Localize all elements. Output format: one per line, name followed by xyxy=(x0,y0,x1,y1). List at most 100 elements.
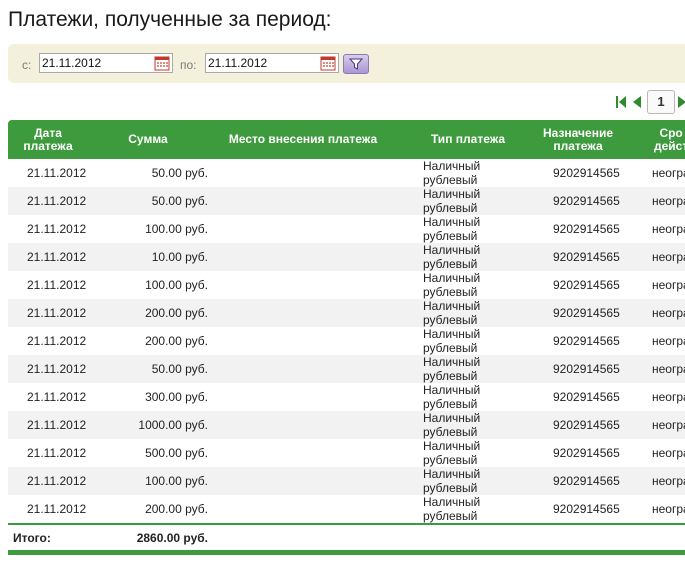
cell-type-line: Наличный xyxy=(423,467,481,481)
cell-sum: 50.00 руб. xyxy=(151,194,208,208)
cell-sum: 100.00 руб. xyxy=(145,278,208,292)
table-row[interactable]: 21.11.2012 100.00 руб. Наличный рублевый 920… xyxy=(8,467,685,495)
cell-type-line: рублевый xyxy=(423,425,478,439)
to-date-input[interactable] xyxy=(206,54,320,72)
from-date-label: с: xyxy=(22,58,32,72)
cell-type-line: Наличный xyxy=(423,299,481,313)
next-page-icon[interactable] xyxy=(678,96,685,108)
cell-place xyxy=(218,411,408,439)
column-header-sum[interactable]: Сумма xyxy=(108,120,188,159)
apply-filter-button[interactable] xyxy=(343,54,369,74)
cell-type-line: рублевый xyxy=(423,369,478,383)
cell-type-line: Наличный xyxy=(423,243,481,257)
cell-purpose: 9202914565 xyxy=(553,250,620,264)
table-row[interactable]: 21.11.2012 200.00 руб. Наличный рублевый 920… xyxy=(8,327,685,355)
table-row[interactable]: 21.11.2012 100.00 руб. Наличный рублевый 920… xyxy=(8,215,685,243)
cell-term: неогра xyxy=(652,194,685,208)
cell-type-line: рублевый xyxy=(423,509,478,523)
cell-purpose: 9202914565 xyxy=(553,446,620,460)
from-date-input[interactable] xyxy=(40,54,154,72)
first-page-icon[interactable] xyxy=(616,96,626,108)
table-row[interactable]: 21.11.2012 300.00 руб. Наличный рублевый 920… xyxy=(8,383,685,411)
table-row[interactable]: 21.11.2012 50.00 руб. Наличный рублевый 9202… xyxy=(8,187,685,215)
to-date-label: по: xyxy=(180,58,197,72)
cell-place xyxy=(218,299,408,327)
column-header-term[interactable]: Сро дейст xyxy=(654,120,685,159)
cell-type-line: Наличный xyxy=(423,383,481,397)
cell-sum: 50.00 руб. xyxy=(151,362,208,376)
table-row[interactable]: 21.11.2012 100.00 руб. Наличный рублевый 920… xyxy=(8,271,685,299)
cell-sum: 100.00 руб. xyxy=(145,222,208,236)
cell-term: неогра xyxy=(652,250,685,264)
cell-type-line: Наличный xyxy=(423,187,481,201)
table-total-row: Итого: 2860.00 руб. xyxy=(8,523,685,555)
cell-place xyxy=(218,327,408,355)
cell-type: Наличный рублевый xyxy=(423,243,480,271)
cell-place xyxy=(218,187,408,215)
page-number-current[interactable]: 1 xyxy=(647,90,675,114)
cell-type-line: рублевый xyxy=(423,481,478,495)
cell-term: неогра xyxy=(652,278,685,292)
cell-purpose: 9202914565 xyxy=(553,278,620,292)
cell-sum: 10.00 руб. xyxy=(151,250,208,264)
cell-type-line: рублевый xyxy=(423,285,478,299)
total-label: Итого: xyxy=(13,531,51,545)
cell-term: неогра xyxy=(652,502,685,516)
cell-purpose: 9202914565 xyxy=(553,474,620,488)
cell-type-line: Наличный xyxy=(423,495,481,509)
cell-purpose: 9202914565 xyxy=(553,306,620,320)
table-row[interactable]: 21.11.2012 50.00 руб. Наличный рублевый 9202… xyxy=(8,355,685,383)
table-row[interactable]: 21.11.2012 50.00 руб. Наличный рублевый 9202… xyxy=(8,159,685,187)
from-date-field xyxy=(39,53,173,73)
calendar-icon[interactable] xyxy=(154,55,170,71)
cell-type: Наличный рублевый xyxy=(423,355,480,383)
table-row[interactable]: 21.11.2012 10.00 руб. Наличный рублевый 9202… xyxy=(8,243,685,271)
column-header-type[interactable]: Тип платежа xyxy=(418,120,518,159)
cell-term: неогра xyxy=(652,306,685,320)
cell-sum: 50.00 руб. xyxy=(151,166,208,180)
cell-purpose: 9202914565 xyxy=(553,166,620,180)
total-value: 2860.00 руб. xyxy=(136,531,208,545)
cell-type-line: рублевый xyxy=(423,257,478,271)
cell-sum: 100.00 руб. xyxy=(145,474,208,488)
cell-purpose: 9202914565 xyxy=(553,334,620,348)
cell-type: Наличный рублевый xyxy=(423,411,480,439)
cell-type: Наличный рублевый xyxy=(423,495,480,523)
table-row[interactable]: 21.11.2012 500.00 руб. Наличный рублевый 920… xyxy=(8,439,685,467)
cell-type: Наличный рублевый xyxy=(423,327,480,355)
cell-term: неогра xyxy=(652,446,685,460)
cell-purpose: 9202914565 xyxy=(553,502,620,516)
cell-place xyxy=(218,495,408,523)
cell-sum: 200.00 руб. xyxy=(145,334,208,348)
cell-sum: 200.00 руб. xyxy=(145,502,208,516)
cell-type-line: рублевый xyxy=(423,201,478,215)
cell-type-line: Наличный xyxy=(423,159,481,173)
cell-type: Наличный рублевый xyxy=(423,215,480,243)
cell-sum: 500.00 руб. xyxy=(145,446,208,460)
cell-purpose: 9202914565 xyxy=(553,390,620,404)
prev-page-icon[interactable] xyxy=(633,96,641,108)
cell-type-line: Наличный xyxy=(423,411,481,425)
cell-type: Наличный рублевый xyxy=(423,159,480,187)
cell-type: Наличный рублевый xyxy=(423,271,480,299)
cell-place xyxy=(218,383,408,411)
cell-term: неогра xyxy=(652,474,685,488)
cell-purpose: 9202914565 xyxy=(553,418,620,432)
cell-type: Наличный рублевый xyxy=(423,187,480,215)
cell-type: Наличный рублевый xyxy=(423,439,480,467)
calendar-icon[interactable] xyxy=(320,55,336,71)
table-row[interactable]: 21.11.2012 1000.00 руб. Наличный рублевый 92… xyxy=(8,411,685,439)
column-header-date[interactable]: Дата платежа xyxy=(8,120,88,159)
cell-type-line: рублевый xyxy=(423,229,478,243)
column-header-purpose[interactable]: Назначение платежа xyxy=(533,120,623,159)
cell-place xyxy=(218,159,408,187)
funnel-icon xyxy=(349,58,363,70)
column-header-place[interactable]: Место внесения платежа xyxy=(213,120,393,159)
cell-term: неогра xyxy=(652,334,685,348)
table-row[interactable]: 21.11.2012 200.00 руб. Наличный рублевый 920… xyxy=(8,299,685,327)
cell-place xyxy=(218,467,408,495)
cell-sum: 200.00 руб. xyxy=(145,306,208,320)
table-row[interactable]: 21.11.2012 200.00 руб. Наличный рублевый 920… xyxy=(8,495,685,523)
cell-type-line: Наличный xyxy=(423,215,481,229)
cell-term: неогра xyxy=(652,222,685,236)
